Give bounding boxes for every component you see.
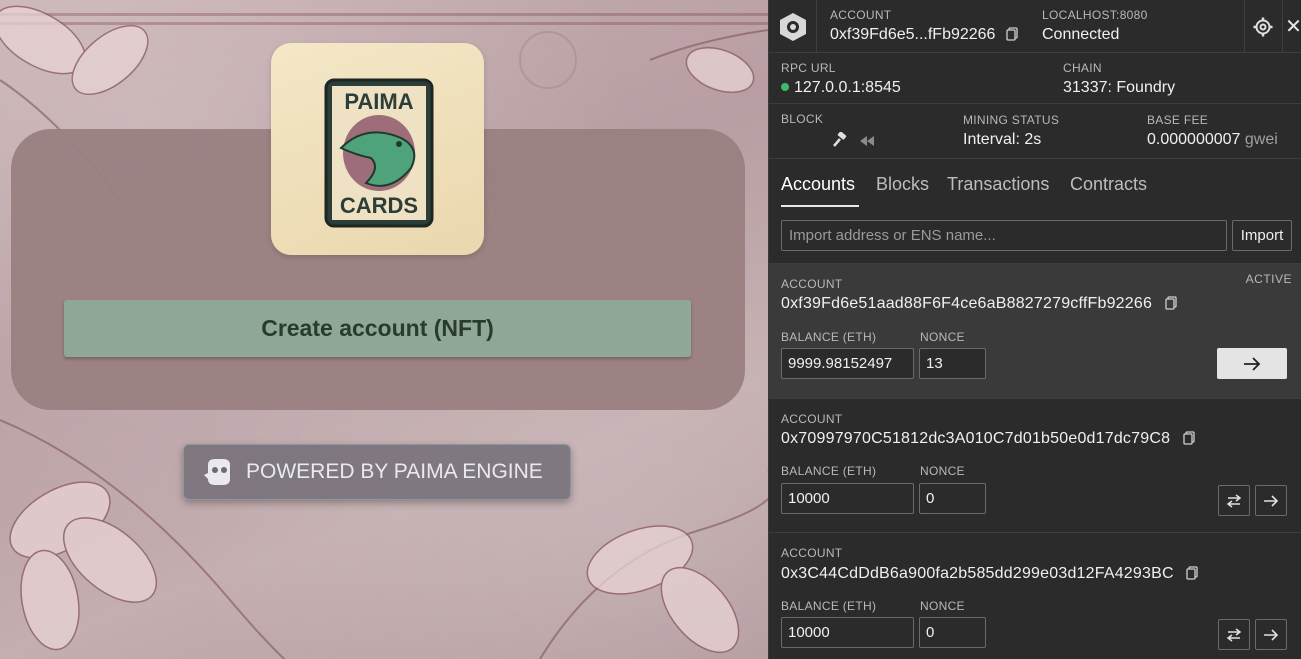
tab-blocks[interactable]: Blocks [876,174,929,195]
account-card-active: ACCOUNT ACTIVE 0xf39Fd6e51aad88F6F4ce6aB… [769,263,1301,398]
active-badge: ACTIVE [1245,272,1292,286]
create-account-button[interactable]: Create account (NFT) [64,300,691,357]
nonce-label: NONCE [920,464,965,478]
nonce-field[interactable]: 0 [919,483,986,514]
chain-label: CHAIN [1063,61,1102,75]
base-fee-value: 0.000000007 [1147,131,1241,148]
game-canvas: PAIMA CARDS Create account (NFT) POWERED… [0,0,768,659]
copy-icon[interactable] [1006,27,1018,46]
account-address: 0xf39Fd6e51aad88F6F4ce6aB8827279cffFb922… [781,295,1153,312]
block-info-row: BLOCK MINING STATUS Interval: 2s BASE FE… [769,104,1301,159]
import-button[interactable]: Import [1232,220,1292,251]
copy-icon[interactable] [1183,431,1195,450]
tab-transactions[interactable]: Transactions [947,174,1049,195]
copy-icon[interactable] [1186,566,1199,585]
account-address: 0x70997970C51812dc3A010C7d01b50e0d17dc79… [781,430,1171,447]
send-button[interactable] [1217,348,1287,379]
send-button[interactable] [1255,485,1287,516]
devtools-tabs: Accounts Blocks Transactions Contracts [769,160,1301,210]
tab-accounts[interactable]: Accounts [781,174,855,195]
close-icon[interactable]: ✕ [1282,0,1301,53]
header-account-label: ACCOUNT [830,8,892,22]
active-tab-indicator [781,205,859,207]
account-label: ACCOUNT [781,277,843,291]
mining-status-value: Interval: 2s [963,131,1042,148]
nonce-label: NONCE [920,330,965,344]
devtools-logo-icon [769,0,817,53]
balance-label: BALANCE (ETH) [781,330,877,344]
account-card: ACCOUNT 0x70997970C51812dc3A010C7d01b50e… [769,398,1301,532]
copy-icon[interactable] [1165,296,1177,315]
balance-label: BALANCE (ETH) [781,464,877,478]
rpc-info-row: RPC URL 127.0.0.1:8545 CHAIN 31337: Foun… [769,53,1301,104]
paima-engine-icon [204,459,230,485]
rpc-url-value: 127.0.0.1:8545 [794,79,901,96]
mine-hammer-icon[interactable] [831,131,847,153]
block-label: BLOCK [781,112,824,126]
mining-status-label: MINING STATUS [963,113,1060,127]
account-label: ACCOUNT [781,412,843,426]
import-address-input[interactable] [781,220,1227,251]
paima-cards-logo: PAIMA CARDS [271,43,484,255]
arrow-right-icon [1264,494,1279,507]
powered-by-text: POWERED BY PAIMA ENGINE [246,460,543,483]
account-address: 0x3C44CdDdB6a900fa2b585dd299e03d12FA4293… [781,565,1174,582]
wallet-devtools-panel: ACCOUNT 0xf39Fd6e5...fFb92266 LOCALHOST:… [768,0,1301,659]
send-button[interactable] [1255,619,1287,650]
base-fee-unit: gwei [1244,131,1278,148]
arrow-right-icon [1264,628,1279,641]
balance-field[interactable]: 9999.98152497 [781,348,914,379]
base-fee-label: BASE FEE [1147,113,1209,127]
account-card: ACCOUNT 0x3C44CdDdB6a900fa2b585dd299e03d… [769,532,1301,659]
rewind-icon[interactable] [859,134,875,152]
balance-field[interactable]: 10000 [781,617,914,648]
powered-by-paima-badge[interactable]: POWERED BY PAIMA ENGINE [183,444,571,500]
impersonate-button[interactable] [1218,485,1250,516]
connection-status: Connected [1042,26,1120,43]
balance-label: BALANCE (ETH) [781,599,877,613]
status-dot-icon [781,83,789,91]
logo-text-bottom: CARDS [340,193,418,218]
tab-contracts[interactable]: Contracts [1070,174,1147,195]
balance-field[interactable]: 10000 [781,483,914,514]
arrow-right-icon [1244,356,1261,371]
swap-arrows-icon [1226,493,1242,508]
impersonate-button[interactable] [1218,619,1250,650]
nonce-field[interactable]: 0 [919,617,986,648]
nonce-field[interactable]: 13 [919,348,986,379]
account-label: ACCOUNT [781,546,843,560]
rpc-url-label: RPC URL [781,61,836,75]
host-label: LOCALHOST:8080 [1042,8,1148,22]
devtools-header: ACCOUNT 0xf39Fd6e5...fFb92266 LOCALHOST:… [769,0,1301,53]
header-account-address: 0xf39Fd6e5...fFb92266 [830,26,996,43]
chain-value: 31337: Foundry [1063,79,1176,96]
nonce-label: NONCE [920,599,965,613]
settings-gear-icon[interactable] [1244,0,1280,53]
logo-text-top: PAIMA [344,89,413,114]
header-account[interactable]: ACCOUNT 0xf39Fd6e5...fFb92266 [830,8,1018,46]
header-connection: LOCALHOST:8080 Connected [1042,8,1148,44]
swap-arrows-icon [1226,627,1242,642]
